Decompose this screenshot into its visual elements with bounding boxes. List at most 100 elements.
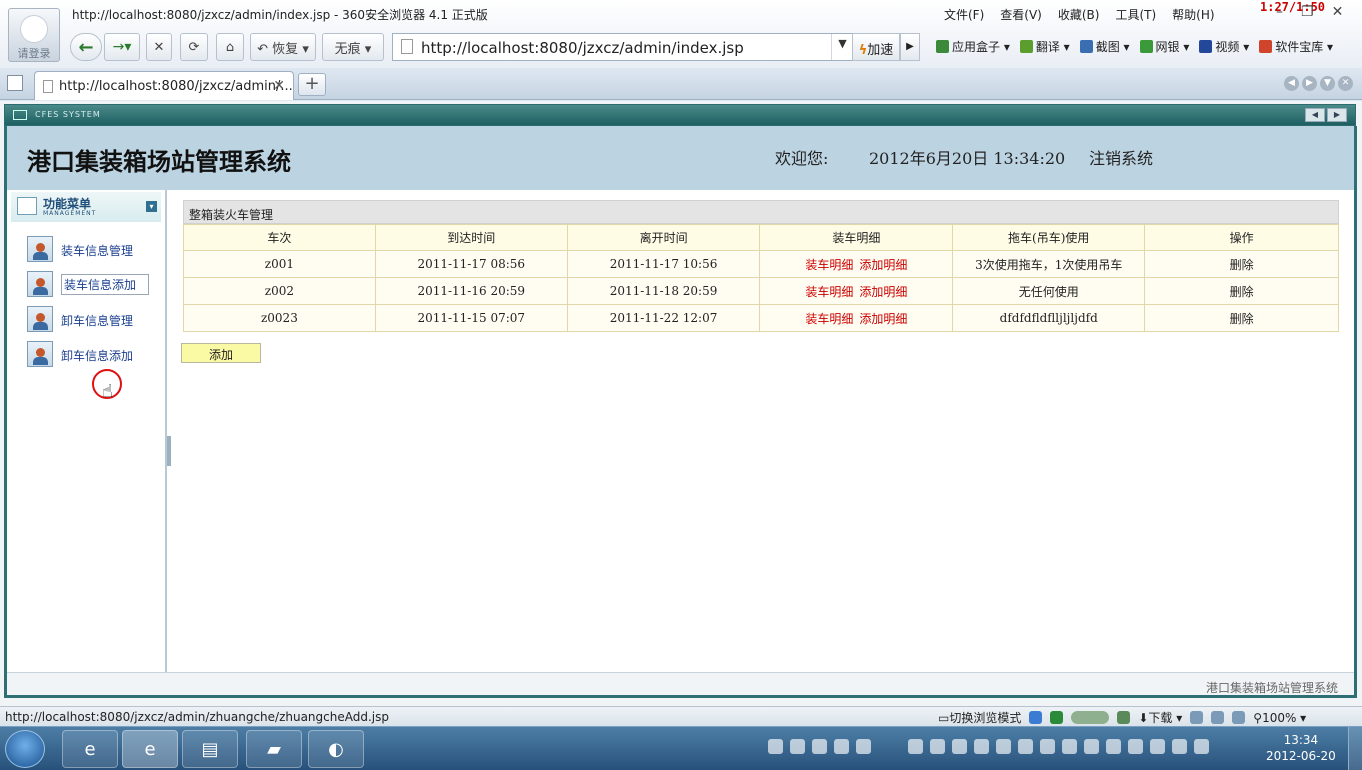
column-header: 车次 <box>183 224 376 251</box>
restore-button[interactable]: ↶ 恢复 ▾ <box>250 33 316 61</box>
table-row: z0023 2011-11-15 07:07 2011-11-22 12:07 … <box>183 304 1339 332</box>
tray-app-icon[interactable] <box>1084 739 1099 754</box>
detail-link[interactable]: 装车明细 <box>805 285 853 299</box>
tab-active[interactable]: http://localhost:8080/jzxcz/admin/... ✕ <box>34 71 294 100</box>
toolbar-item-icon <box>1259 40 1273 53</box>
network-icon[interactable] <box>1172 739 1187 754</box>
menu-favorites[interactable]: 收藏(B) <box>1058 6 1100 23</box>
taskbar-clock[interactable]: 13:34 2012-06-20 <box>1266 732 1336 764</box>
shield-icon[interactable] <box>996 739 1011 754</box>
chevron-down-icon[interactable]: ▼ <box>831 34 853 60</box>
minimize-icon[interactable]: – <box>1276 4 1283 20</box>
toolbar-item[interactable]: 截图 ▾ <box>1079 38 1130 55</box>
back-button[interactable]: ← <box>70 33 102 61</box>
tools-icon[interactable] <box>1117 711 1131 724</box>
tray-app-icon[interactable] <box>1106 739 1121 754</box>
chrome-mode-icon[interactable] <box>1050 711 1064 724</box>
toggle-icon[interactable] <box>1071 711 1110 724</box>
address-bar[interactable]: http://localhost:8080/jzxcz/admin/index.… <box>392 33 854 61</box>
ie-browser-icon[interactable]: e <box>62 730 118 768</box>
qq-icon[interactable] <box>856 739 871 754</box>
menu-item-unloading-manage[interactable]: 卸车信息管理 <box>27 306 157 334</box>
play-icon: ▶ <box>906 41 914 52</box>
detail-link[interactable]: 装车明细 <box>805 312 853 326</box>
delete-link[interactable]: 删除 <box>1144 277 1339 305</box>
tab-prev-icon[interactable]: ◀ <box>1284 76 1299 91</box>
toolbar-item[interactable]: 视频 ▾ <box>1199 38 1249 55</box>
flag-icon[interactable] <box>1128 739 1143 754</box>
keyboard-icon[interactable] <box>768 739 783 754</box>
shield-icon[interactable] <box>974 739 989 754</box>
tray-app-icon[interactable] <box>1018 739 1033 754</box>
delete-link[interactable]: 删除 <box>1144 304 1339 332</box>
sidebar-toggle-icon[interactable] <box>7 75 23 91</box>
360-browser-icon[interactable]: e <box>122 730 178 768</box>
cell-train: z001 <box>183 250 376 278</box>
tray-app-icon[interactable] <box>1040 739 1055 754</box>
page-icon[interactable] <box>1190 711 1204 724</box>
qq-icon[interactable] <box>812 739 827 754</box>
toolbar-item[interactable]: 翻译 ▾ <box>1019 38 1070 55</box>
right-arrow-icon[interactable]: ▶ <box>1327 108 1347 122</box>
tray-app-icon[interactable] <box>1150 739 1165 754</box>
menu-view[interactable]: 查看(V) <box>1000 6 1042 23</box>
tray-app-icon[interactable] <box>1062 739 1077 754</box>
refresh-button[interactable]: ⟳ <box>180 33 208 61</box>
system-bar: CFES SYSTEM ◀ ▶ <box>4 104 1356 126</box>
add-detail-link[interactable]: 添加明细 <box>859 258 907 272</box>
toolbar-item[interactable]: 网银 ▾ <box>1139 38 1189 55</box>
person-icon <box>27 341 53 367</box>
tab-close-icon[interactable]: ✕ <box>273 78 285 94</box>
panel-splitter[interactable] <box>167 436 171 466</box>
tray-app-icon[interactable] <box>930 739 945 754</box>
avatar-label: 请登录 <box>17 47 51 60</box>
menu-help[interactable]: 帮助(H) <box>1172 6 1214 23</box>
menu-item-unloading-add[interactable]: 卸车信息添加 <box>27 341 157 369</box>
speaker-icon[interactable] <box>1232 711 1246 724</box>
tab-next-icon[interactable]: ▶ <box>1302 76 1317 91</box>
logout-link[interactable]: 注销系统 <box>1089 145 1153 169</box>
app-footer: 港口集装箱场站管理系统 <box>7 672 1354 695</box>
detail-link[interactable]: 装车明细 <box>805 258 853 272</box>
go-button[interactable]: ▶ <box>900 33 920 61</box>
qq-icon[interactable] <box>790 739 805 754</box>
zoom-control[interactable]: ⚲100% ▾ <box>1253 711 1306 725</box>
device-icon[interactable] <box>1211 711 1225 724</box>
qq-icon[interactable] <box>908 739 923 754</box>
maximize-icon[interactable]: ❐ <box>1301 4 1314 20</box>
tab-close-all-icon[interactable]: ✕ <box>1338 76 1353 91</box>
menu-item-loading-manage[interactable]: 装车信息管理 <box>27 236 157 264</box>
menu-item-loading-add[interactable]: 装车信息添加 <box>27 271 157 299</box>
private-mode-button[interactable]: 无痕 ▾ <box>322 33 384 61</box>
delete-link[interactable]: 删除 <box>1144 250 1339 278</box>
login-avatar[interactable]: 请登录 <box>8 8 60 62</box>
add-button[interactable]: 添加 <box>181 343 261 363</box>
left-arrow-icon[interactable]: ◀ <box>1305 108 1325 122</box>
menu-file[interactable]: 文件(F) <box>944 6 984 23</box>
cell-usage: 无任何使用 <box>952 277 1146 305</box>
close-icon[interactable]: ✕ <box>1332 4 1344 20</box>
toolbar-item[interactable]: 应用盒子 ▾ <box>936 38 1010 55</box>
download-button[interactable]: ⬇下载 ▾ <box>1138 709 1182 726</box>
tray-app-icon[interactable] <box>952 739 967 754</box>
switch-mode-button[interactable]: ▭切换浏览模式 <box>938 709 1021 726</box>
folder-icon[interactable]: ▤ <box>182 730 238 768</box>
stop-button[interactable]: ✕ <box>146 33 172 61</box>
volume-icon[interactable] <box>1194 739 1209 754</box>
show-desktop-button[interactable] <box>1348 727 1362 770</box>
eclipse-icon[interactable]: ◐ <box>308 730 364 768</box>
tab-list-icon[interactable]: ▼ <box>1320 76 1335 91</box>
toolbox-icon[interactable]: ▰ <box>246 730 302 768</box>
add-detail-link[interactable]: 添加明细 <box>859 285 907 299</box>
toolbar-item[interactable]: 软件宝库 ▾ <box>1259 38 1333 55</box>
qq-icon[interactable] <box>834 739 849 754</box>
home-button[interactable]: ⌂ <box>216 33 244 61</box>
forward-button[interactable]: →▾ <box>104 33 140 61</box>
new-tab-button[interactable]: + <box>298 73 326 96</box>
ie-mode-icon[interactable] <box>1029 711 1043 724</box>
collapse-icon[interactable]: ▾ <box>146 201 157 212</box>
menu-tools[interactable]: 工具(T) <box>1115 6 1156 23</box>
start-button[interactable] <box>5 730 45 768</box>
accelerate-button[interactable]: ϟ加速 <box>852 33 900 61</box>
add-detail-link[interactable]: 添加明细 <box>859 312 907 326</box>
